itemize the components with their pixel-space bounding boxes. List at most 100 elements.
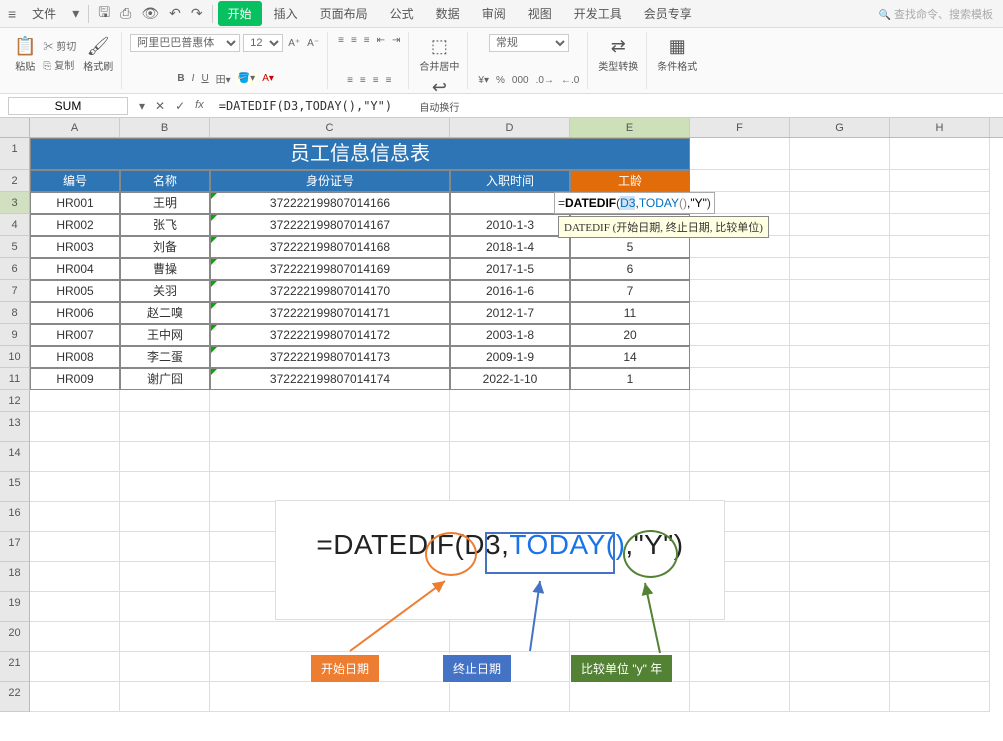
row-header-21[interactable]: 21 (0, 652, 30, 682)
formula-input[interactable]: =DATEDIF(D3,TODAY(),"Y") (213, 97, 1003, 115)
dropdown-icon[interactable]: ▾ (68, 3, 83, 24)
row-header-4[interactable]: 4 (0, 214, 30, 236)
format-painter[interactable]: 🖌格式刷 (81, 34, 115, 75)
cell-C6[interactable]: 372222199807014169 (210, 258, 450, 280)
cond-format-button[interactable]: ▦条件格式 (655, 34, 699, 75)
row-header-7[interactable]: 7 (0, 280, 30, 302)
row-header-5[interactable]: 5 (0, 236, 30, 258)
font-color[interactable]: A▾ (260, 72, 276, 85)
justify[interactable]: ≡ (384, 74, 394, 87)
align-mid[interactable]: ≡ (349, 34, 359, 47)
cell-A10[interactable]: HR008 (30, 346, 120, 368)
cell-E5[interactable]: 5 (570, 236, 690, 258)
tab-dev[interactable]: 开发工具 (564, 1, 632, 26)
cell-A7[interactable]: HR005 (30, 280, 120, 302)
row-header-1[interactable]: 1 (0, 138, 30, 170)
row-header-13[interactable]: 13 (0, 412, 30, 442)
cell-D3[interactable]: 2 (450, 192, 570, 214)
row-header-18[interactable]: 18 (0, 562, 30, 592)
undo-icon[interactable]: ↶ (165, 3, 185, 24)
name-box[interactable] (8, 97, 128, 115)
col-header-F[interactable]: F (690, 118, 790, 137)
row-header-22[interactable]: 22 (0, 682, 30, 712)
italic-button[interactable]: I (190, 72, 197, 85)
fx-icon[interactable]: fx (192, 99, 207, 113)
cell-C11[interactable]: 372222199807014174 (210, 368, 450, 390)
row-header-11[interactable]: 11 (0, 368, 30, 390)
align-right[interactable]: ≡ (371, 74, 381, 87)
cell-E11[interactable]: 1 (570, 368, 690, 390)
copy-button[interactable]: ⎘ 复制 (41, 56, 78, 73)
row-header-19[interactable]: 19 (0, 592, 30, 622)
cell-A9[interactable]: HR007 (30, 324, 120, 346)
cell-E9[interactable]: 20 (570, 324, 690, 346)
cell-B10[interactable]: 李二蛋 (120, 346, 210, 368)
cell-C9[interactable]: 372222199807014172 (210, 324, 450, 346)
cell-D7[interactable]: 2016-1-6 (450, 280, 570, 302)
cell-D10[interactable]: 2009-1-9 (450, 346, 570, 368)
align-left[interactable]: ≡ (345, 74, 355, 87)
col-header-B[interactable]: B (120, 118, 210, 137)
cell-A6[interactable]: HR004 (30, 258, 120, 280)
col-header-E[interactable]: E (570, 118, 690, 137)
currency-button[interactable]: ¥▾ (476, 74, 491, 87)
confirm-icon[interactable]: ✓ (172, 99, 188, 113)
col-header-A[interactable]: A (30, 118, 120, 137)
merge-center-button[interactable]: ⬚合并居中 (417, 34, 461, 75)
inc-decimal[interactable]: .0→ (534, 74, 556, 87)
cell-C7[interactable]: 372222199807014170 (210, 280, 450, 302)
cell-B4[interactable]: 张飞 (120, 214, 210, 236)
preview-icon[interactable]: 👁 (137, 3, 163, 24)
cell-E8[interactable]: 11 (570, 302, 690, 324)
cell-D5[interactable]: 2018-1-4 (450, 236, 570, 258)
grow-font[interactable]: A⁺ (286, 37, 302, 50)
cell-B3[interactable]: 王明 (120, 192, 210, 214)
cell-B5[interactable]: 刘备 (120, 236, 210, 258)
align-top[interactable]: ≡ (336, 34, 346, 47)
cell-D9[interactable]: 2003-1-8 (450, 324, 570, 346)
row-header-20[interactable]: 20 (0, 622, 30, 652)
cell-D8[interactable]: 2012-1-7 (450, 302, 570, 324)
col-header-D[interactable]: D (450, 118, 570, 137)
cell-D4[interactable]: 2010-1-3 (450, 214, 570, 236)
tab-view[interactable]: 视图 (518, 1, 562, 26)
cell-B6[interactable]: 曹操 (120, 258, 210, 280)
font-select[interactable]: 阿里巴巴普惠体 (130, 34, 240, 52)
row-header-9[interactable]: 9 (0, 324, 30, 346)
cells-area[interactable]: 员工信息信息表 编号 名称 身份证号 入职时间 工龄 HR001 王明 3722… (30, 138, 1003, 712)
cancel-icon[interactable]: ✕ (152, 99, 168, 113)
tab-formula[interactable]: 公式 (380, 1, 424, 26)
select-all-corner[interactable] (0, 118, 30, 137)
cell-C8[interactable]: 372222199807014171 (210, 302, 450, 324)
indent-dec[interactable]: ⇤ (375, 34, 387, 47)
cell-D11[interactable]: 2022-1-10 (450, 368, 570, 390)
tab-insert[interactable]: 插入 (264, 1, 308, 26)
cell-A11[interactable]: HR009 (30, 368, 120, 390)
save-icon[interactable]: 🖫 (94, 0, 114, 28)
percent-button[interactable]: % (494, 74, 507, 87)
cell-C10[interactable]: 372222199807014173 (210, 346, 450, 368)
row-header-6[interactable]: 6 (0, 258, 30, 280)
comma-button[interactable]: 000 (510, 74, 531, 87)
shrink-font[interactable]: A⁻ (305, 37, 321, 50)
paste-button[interactable]: 📋粘贴 (12, 34, 38, 75)
cell-E10[interactable]: 14 (570, 346, 690, 368)
row-header-10[interactable]: 10 (0, 346, 30, 368)
row-header-15[interactable]: 15 (0, 472, 30, 502)
tab-layout[interactable]: 页面布局 (310, 1, 378, 26)
menu-icon[interactable]: ≡ (4, 4, 20, 24)
tab-review[interactable]: 审阅 (472, 1, 516, 26)
row-header-17[interactable]: 17 (0, 532, 30, 562)
cell-C4[interactable]: 372222199807014167 (210, 214, 450, 236)
search-box[interactable]: 查找命令、搜索模板 (873, 3, 999, 25)
cell-A5[interactable]: HR003 (30, 236, 120, 258)
row-header-2[interactable]: 2 (0, 170, 30, 192)
align-center[interactable]: ≡ (358, 74, 368, 87)
col-header-C[interactable]: C (210, 118, 450, 137)
fill-color[interactable]: 🪣▾ (236, 72, 257, 85)
col-header-G[interactable]: G (790, 118, 890, 137)
col-header-H[interactable]: H (890, 118, 990, 137)
bold-button[interactable]: B (175, 72, 186, 85)
file-menu[interactable]: 文件 (22, 1, 66, 26)
cell-E6[interactable]: 6 (570, 258, 690, 280)
